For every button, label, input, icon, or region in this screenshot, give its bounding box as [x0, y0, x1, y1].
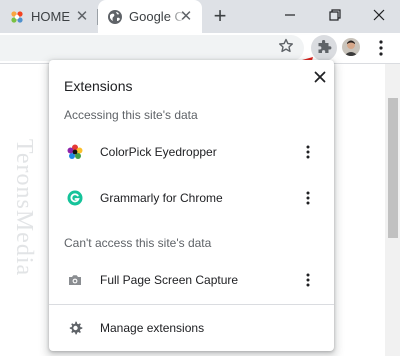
accessing-heading: Accessing this site's data: [64, 108, 198, 122]
tab-google[interactable]: Google C ✕: [98, 0, 202, 33]
minimize-button[interactable]: [268, 0, 312, 30]
cant-access-heading: Can't access this site's data: [64, 236, 212, 250]
manage-extensions-label: Manage extensions: [100, 321, 205, 335]
puzzle-icon: [318, 40, 332, 53]
close-icon[interactable]: ✕: [178, 9, 194, 25]
extension-row-grammarly[interactable]: Grammarly for Chrome: [49, 181, 334, 215]
avatar[interactable]: [342, 38, 360, 56]
manage-extensions-button[interactable]: Manage extensions: [49, 311, 334, 345]
divider: [49, 304, 334, 305]
close-icon[interactable]: ✕: [74, 9, 90, 25]
colorpick-icon: [67, 144, 83, 159]
new-tab-button[interactable]: +: [208, 5, 232, 29]
tab-home[interactable]: HOME ✕: [0, 0, 98, 33]
extension-row-colorpick[interactable]: ColorPick Eyedropper: [49, 135, 334, 169]
gear-icon: [69, 321, 83, 335]
more-vert-icon[interactable]: [305, 190, 311, 206]
extensions-popup: Extensions Accessing this site's data Co…: [49, 60, 334, 351]
camera-icon: [69, 275, 81, 285]
extension-name: Full Page Screen Capture: [100, 273, 239, 287]
address-bar[interactable]: [0, 35, 304, 61]
popup-title: Extensions: [64, 78, 133, 94]
close-window-button[interactable]: [357, 0, 400, 30]
more-vert-icon[interactable]: [305, 144, 311, 160]
tab-strip: HOME ✕ Google C ✕ +: [0, 0, 400, 33]
restore-button[interactable]: [313, 0, 357, 30]
more-vert-icon[interactable]: [376, 39, 386, 57]
restore-icon: [329, 9, 341, 21]
tab-google-label: Google C: [129, 9, 184, 24]
watermark: TeronsMedia: [11, 138, 38, 277]
close-icon: [373, 9, 385, 21]
joomla-icon: [11, 10, 23, 23]
more-vert-icon[interactable]: [305, 272, 311, 288]
close-icon[interactable]: [311, 68, 329, 86]
grammarly-icon: [67, 190, 83, 206]
scrollbar-thumb[interactable]: [388, 98, 398, 238]
minimize-icon: [285, 14, 295, 16]
profile-avatar-icon: [342, 38, 360, 56]
extension-name: ColorPick Eyedropper: [100, 145, 217, 159]
extension-name: Grammarly for Chrome: [100, 191, 223, 205]
globe-icon: [108, 9, 122, 24]
extension-row-screen-capture[interactable]: Full Page Screen Capture: [49, 263, 334, 297]
